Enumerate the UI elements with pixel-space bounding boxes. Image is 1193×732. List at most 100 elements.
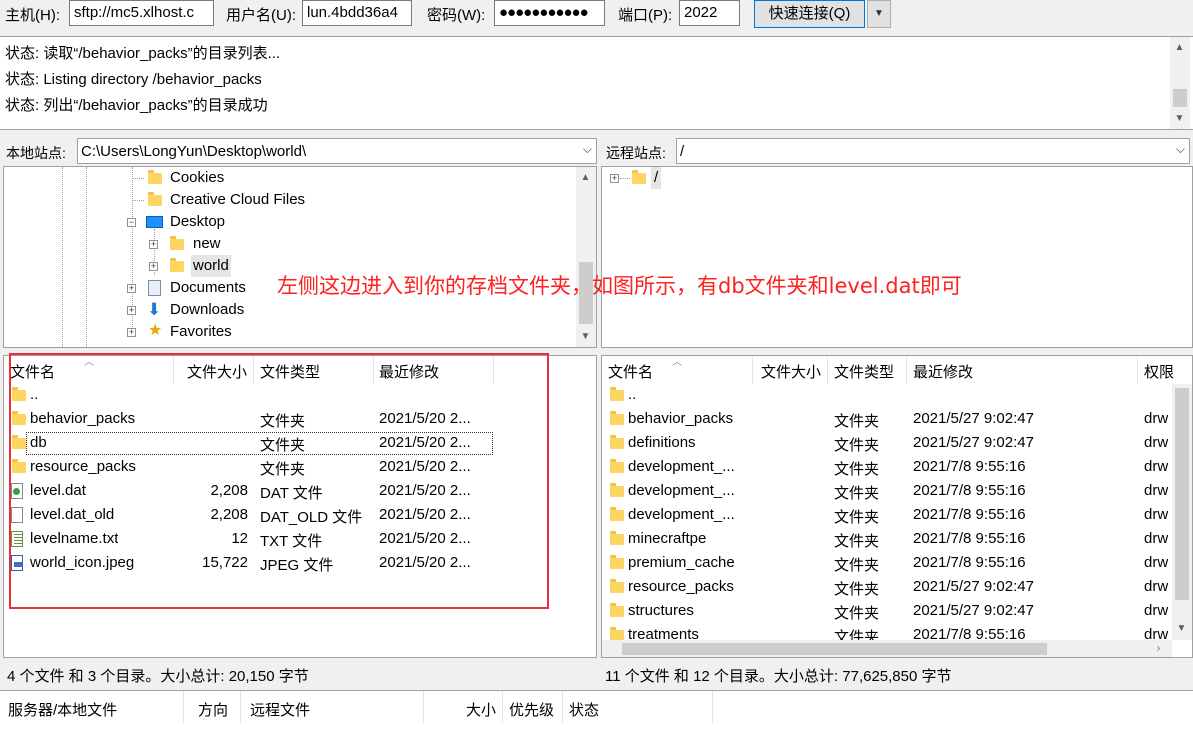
scroll-up-icon[interactable]: ▲ bbox=[577, 169, 594, 186]
remote-directory-tree: + / bbox=[601, 166, 1193, 348]
scroll-right-icon[interactable]: › bbox=[1150, 640, 1167, 657]
tree-label: Favorites bbox=[170, 323, 232, 340]
file-name: .. bbox=[628, 386, 637, 403]
tree-label: Documents bbox=[170, 279, 246, 296]
file-type: 文件夹 bbox=[834, 557, 880, 574]
file-row[interactable]: structures 文件夹 2021/5/27 9:02:47 drw bbox=[602, 600, 1192, 624]
queue-col-remote-file[interactable]: 远程文件 bbox=[250, 699, 310, 720]
file-name: premium_cache bbox=[628, 554, 735, 571]
documents-icon bbox=[148, 280, 161, 296]
file-name: minecraftpe bbox=[628, 530, 707, 547]
tree-label: Downloads bbox=[170, 301, 245, 318]
scroll-thumb[interactable] bbox=[1175, 388, 1189, 600]
column-permissions[interactable]: 权限 bbox=[1144, 361, 1174, 382]
expand-icon[interactable]: + bbox=[127, 284, 136, 293]
log-text: 读取“/behavior_packs”的目录列表... bbox=[43, 45, 281, 62]
folder-icon bbox=[148, 192, 162, 206]
download-arrow-icon: ⬇ bbox=[147, 300, 162, 319]
remote-list-header: ︿ 文件名 文件大小 文件类型 最近修改 权限 bbox=[602, 356, 1192, 384]
queue-col-direction[interactable]: 方向 bbox=[198, 699, 228, 720]
remote-list-scrollbar[interactable]: ▼ bbox=[1172, 384, 1192, 640]
file-permissions: drw bbox=[1144, 458, 1169, 475]
tree-label: world bbox=[191, 255, 231, 277]
file-type: 文件夹 bbox=[834, 533, 880, 550]
file-modified: 2021/7/8 9:55:16 bbox=[913, 506, 1026, 523]
column-type[interactable]: 文件类型 bbox=[834, 361, 894, 382]
scroll-down-icon[interactable]: ▼ bbox=[577, 328, 594, 345]
username-label: 用户名(U): bbox=[226, 7, 296, 24]
remote-path-text: / bbox=[680, 143, 685, 160]
file-name: resource_packs bbox=[628, 578, 734, 595]
local-status: 4 个文件 和 3 个目录。大小总计: 20,150 字节 bbox=[3, 660, 597, 686]
tree-label: new bbox=[193, 235, 221, 252]
file-row[interactable]: development_... 文件夹 2021/7/8 9:55:16 drw bbox=[602, 456, 1192, 480]
remote-list-hscrollbar[interactable]: › bbox=[602, 640, 1172, 657]
tree-label: Creative Cloud Files bbox=[170, 191, 306, 208]
file-row[interactable]: development_... 文件夹 2021/7/8 9:55:16 drw bbox=[602, 504, 1192, 528]
local-tree-scrollbar[interactable]: ▲ ▼ bbox=[576, 167, 596, 347]
collapse-icon[interactable]: − bbox=[127, 218, 136, 227]
file-name: development_... bbox=[628, 482, 735, 499]
folder-icon bbox=[610, 579, 624, 593]
annotation-highlight-box bbox=[9, 353, 549, 609]
star-icon: ★ bbox=[148, 322, 163, 339]
folder-icon bbox=[610, 459, 624, 473]
file-row[interactable]: definitions 文件夹 2021/5/27 9:02:47 drw bbox=[602, 432, 1192, 456]
username-input[interactable]: lun.4bdd36a4 bbox=[302, 0, 412, 26]
expand-icon[interactable]: + bbox=[149, 262, 158, 271]
file-name: definitions bbox=[628, 434, 696, 451]
expand-icon[interactable]: + bbox=[610, 174, 619, 183]
remote-site-label: 远程站点: bbox=[606, 145, 666, 161]
file-permissions: drw bbox=[1144, 602, 1169, 619]
file-name: behavior_packs bbox=[628, 410, 734, 427]
remote-site-bar: 远程站点: / ⌵ bbox=[601, 138, 1193, 164]
local-site-path[interactable]: C:\Users\LongYun\Desktop\world\ ⌵ bbox=[77, 138, 597, 164]
scroll-down-icon[interactable]: ▼ bbox=[1173, 620, 1190, 637]
quickconnect-button[interactable]: 快速连接(Q) bbox=[754, 0, 865, 28]
scroll-down-icon[interactable]: ▼ bbox=[1171, 110, 1188, 127]
log-text: 列出“/behavior_packs”的目录成功 bbox=[43, 97, 268, 114]
file-modified: 2021/5/27 9:02:47 bbox=[913, 410, 1034, 427]
chevron-down-icon[interactable]: ⌵ bbox=[583, 142, 592, 157]
queue-col-status[interactable]: 状态 bbox=[569, 699, 599, 720]
file-type: 文件夹 bbox=[834, 605, 880, 622]
remote-site-path[interactable]: / ⌵ bbox=[676, 138, 1190, 164]
file-row[interactable]: resource_packs 文件夹 2021/5/27 9:02:47 drw bbox=[602, 576, 1192, 600]
expand-icon[interactable]: + bbox=[127, 328, 136, 337]
queue-col-priority[interactable]: 优先级 bbox=[509, 699, 554, 720]
tree-label: / bbox=[651, 167, 662, 189]
folder-icon bbox=[610, 555, 624, 569]
expand-icon[interactable]: + bbox=[149, 240, 158, 249]
log-scrollbar[interactable]: ▲ ▼ bbox=[1170, 37, 1190, 129]
file-row[interactable]: behavior_packs 文件夹 2021/5/27 9:02:47 drw bbox=[602, 408, 1192, 432]
file-modified: 2021/7/8 9:55:16 bbox=[913, 530, 1026, 547]
log-prefix: 状态: bbox=[5, 71, 40, 88]
file-row[interactable]: .. bbox=[602, 384, 1192, 408]
port-input[interactable]: 2022 bbox=[679, 0, 740, 26]
column-name[interactable]: 文件名 bbox=[608, 361, 653, 382]
queue-col-server-local[interactable]: 服务器/本地文件 bbox=[8, 699, 117, 720]
file-name: development_... bbox=[628, 506, 735, 523]
message-log: 状态: 读取“/behavior_packs”的目录列表... 状态: List… bbox=[0, 36, 1193, 130]
file-row[interactable]: minecraftpe 文件夹 2021/7/8 9:55:16 drw bbox=[602, 528, 1192, 552]
scroll-thumb[interactable] bbox=[1173, 89, 1187, 107]
file-modified: 2021/5/27 9:02:47 bbox=[913, 434, 1034, 451]
chevron-down-icon[interactable]: ⌵ bbox=[1176, 142, 1185, 157]
password-input[interactable]: ●●●●●●●●●●● bbox=[494, 0, 605, 26]
file-type: 文件夹 bbox=[834, 581, 880, 598]
file-type: 文件夹 bbox=[834, 413, 880, 430]
column-size[interactable]: 文件大小 bbox=[761, 361, 821, 382]
column-modified[interactable]: 最近修改 bbox=[913, 361, 973, 382]
sort-asc-icon: ︿ bbox=[672, 357, 682, 368]
scroll-up-icon[interactable]: ▲ bbox=[1171, 39, 1188, 56]
file-permissions: drw bbox=[1144, 410, 1169, 427]
queue-col-size[interactable]: 大小 bbox=[466, 699, 496, 720]
file-row[interactable]: development_... 文件夹 2021/7/8 9:55:16 drw bbox=[602, 480, 1192, 504]
host-input[interactable]: sftp://mc5.xlhost.c bbox=[69, 0, 214, 26]
file-modified: 2021/5/27 9:02:47 bbox=[913, 602, 1034, 619]
file-modified: 2021/7/8 9:55:16 bbox=[913, 554, 1026, 571]
scroll-thumb[interactable] bbox=[622, 643, 1047, 655]
quickconnect-dropdown-icon[interactable]: ▼ bbox=[867, 0, 891, 28]
file-row[interactable]: premium_cache 文件夹 2021/7/8 9:55:16 drw bbox=[602, 552, 1192, 576]
expand-icon[interactable]: + bbox=[127, 306, 136, 315]
